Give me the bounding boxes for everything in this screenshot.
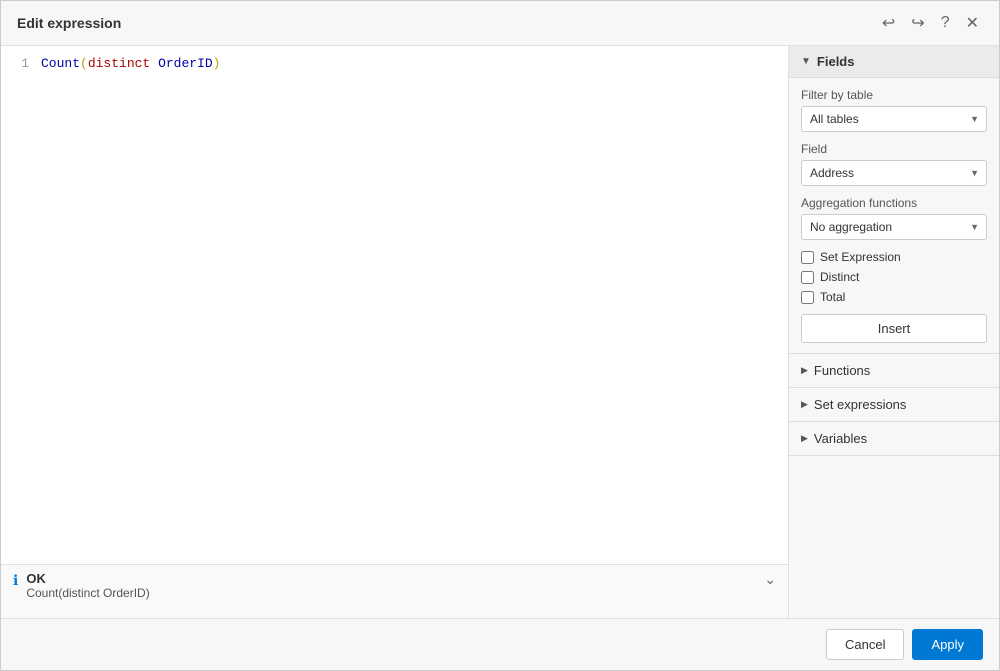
dialog-body: 1 Count(distinct OrderID) ℹ OK Count(dis…	[1, 46, 999, 618]
set-expressions-triangle-icon: ▶	[801, 399, 808, 410]
functions-label: Functions	[814, 363, 870, 378]
code-function-name: Count	[41, 56, 80, 71]
fields-section-label: Fields	[817, 54, 855, 69]
dialog-title: Edit expression	[17, 15, 121, 31]
aggregation-select[interactable]: No aggregation Sum Count Avg	[801, 214, 987, 240]
insert-button[interactable]: Insert	[801, 314, 987, 343]
status-expression: Count(distinct OrderID)	[26, 586, 756, 600]
dialog-footer: Cancel Apply	[1, 618, 999, 670]
field-select[interactable]: Address OrderID CustomerID	[801, 160, 987, 186]
code-content: Count(distinct OrderID)	[41, 54, 220, 75]
functions-header[interactable]: ▶ Functions	[789, 354, 999, 387]
line-number: 1	[9, 54, 29, 75]
variables-section: ▶ Variables	[789, 422, 999, 456]
filter-by-table-wrapper: All tables Table1 Table2	[801, 106, 987, 132]
right-pane: ▼ Fields Filter by table All tables Tabl…	[789, 46, 999, 618]
distinct-checkbox[interactable]	[801, 271, 814, 284]
undo-button[interactable]: ↩	[878, 11, 899, 35]
fields-section-header[interactable]: ▼ Fields	[789, 46, 999, 78]
editor-pane: 1 Count(distinct OrderID) ℹ OK Count(dis…	[1, 46, 789, 618]
set-expression-row: Set Expression	[801, 250, 987, 264]
edit-expression-dialog: Edit expression ↩ ↪ ? ✕ 1 Count(d	[0, 0, 1000, 671]
variables-triangle-icon: ▶	[801, 433, 808, 444]
variables-label: Variables	[814, 431, 867, 446]
code-editor[interactable]: 1 Count(distinct OrderID)	[1, 46, 788, 564]
set-expressions-section: ▶ Set expressions	[789, 388, 999, 422]
close-button[interactable]: ✕	[962, 11, 983, 35]
code-open-paren: (	[80, 56, 88, 71]
redo-button[interactable]: ↪	[907, 11, 928, 35]
status-bar: ℹ OK Count(distinct OrderID) ⌄	[1, 564, 788, 618]
functions-triangle-icon: ▶	[801, 365, 808, 376]
field-select-wrapper: Address OrderID CustomerID	[801, 160, 987, 186]
code-keyword: distinct	[88, 56, 150, 71]
checkboxes-area: Set Expression Distinct Total	[801, 250, 987, 304]
dialog-header: Edit expression ↩ ↪ ? ✕	[1, 1, 999, 46]
field-label: Field	[801, 142, 987, 156]
total-label[interactable]: Total	[820, 290, 845, 304]
distinct-row: Distinct	[801, 270, 987, 284]
header-actions: ↩ ↪ ? ✕	[878, 11, 983, 35]
status-chevron-icon[interactable]: ⌄	[764, 571, 776, 588]
total-checkbox[interactable]	[801, 291, 814, 304]
apply-button[interactable]: Apply	[912, 629, 983, 660]
aggregation-select-wrapper: No aggregation Sum Count Avg	[801, 214, 987, 240]
distinct-label[interactable]: Distinct	[820, 270, 859, 284]
functions-section: ▶ Functions	[789, 354, 999, 388]
fields-section-content: Filter by table All tables Table1 Table2…	[789, 78, 999, 354]
set-expressions-label: Set expressions	[814, 397, 907, 412]
set-expressions-header[interactable]: ▶ Set expressions	[789, 388, 999, 421]
status-info-icon: ℹ	[13, 572, 18, 589]
variables-header[interactable]: ▶ Variables	[789, 422, 999, 455]
cancel-button[interactable]: Cancel	[826, 629, 904, 660]
status-ok-label: OK	[26, 571, 756, 586]
filter-by-table-select[interactable]: All tables Table1 Table2	[801, 106, 987, 132]
status-text-block: OK Count(distinct OrderID)	[26, 571, 756, 600]
set-expression-label[interactable]: Set Expression	[820, 250, 901, 264]
total-row: Total	[801, 290, 987, 304]
help-button[interactable]: ?	[937, 12, 954, 34]
code-field: OrderID	[158, 56, 213, 71]
code-close-paren: )	[213, 56, 221, 71]
filter-by-table-label: Filter by table	[801, 88, 987, 102]
fields-chevron-icon: ▼	[801, 56, 811, 67]
set-expression-checkbox[interactable]	[801, 251, 814, 264]
aggregation-label: Aggregation functions	[801, 196, 987, 210]
